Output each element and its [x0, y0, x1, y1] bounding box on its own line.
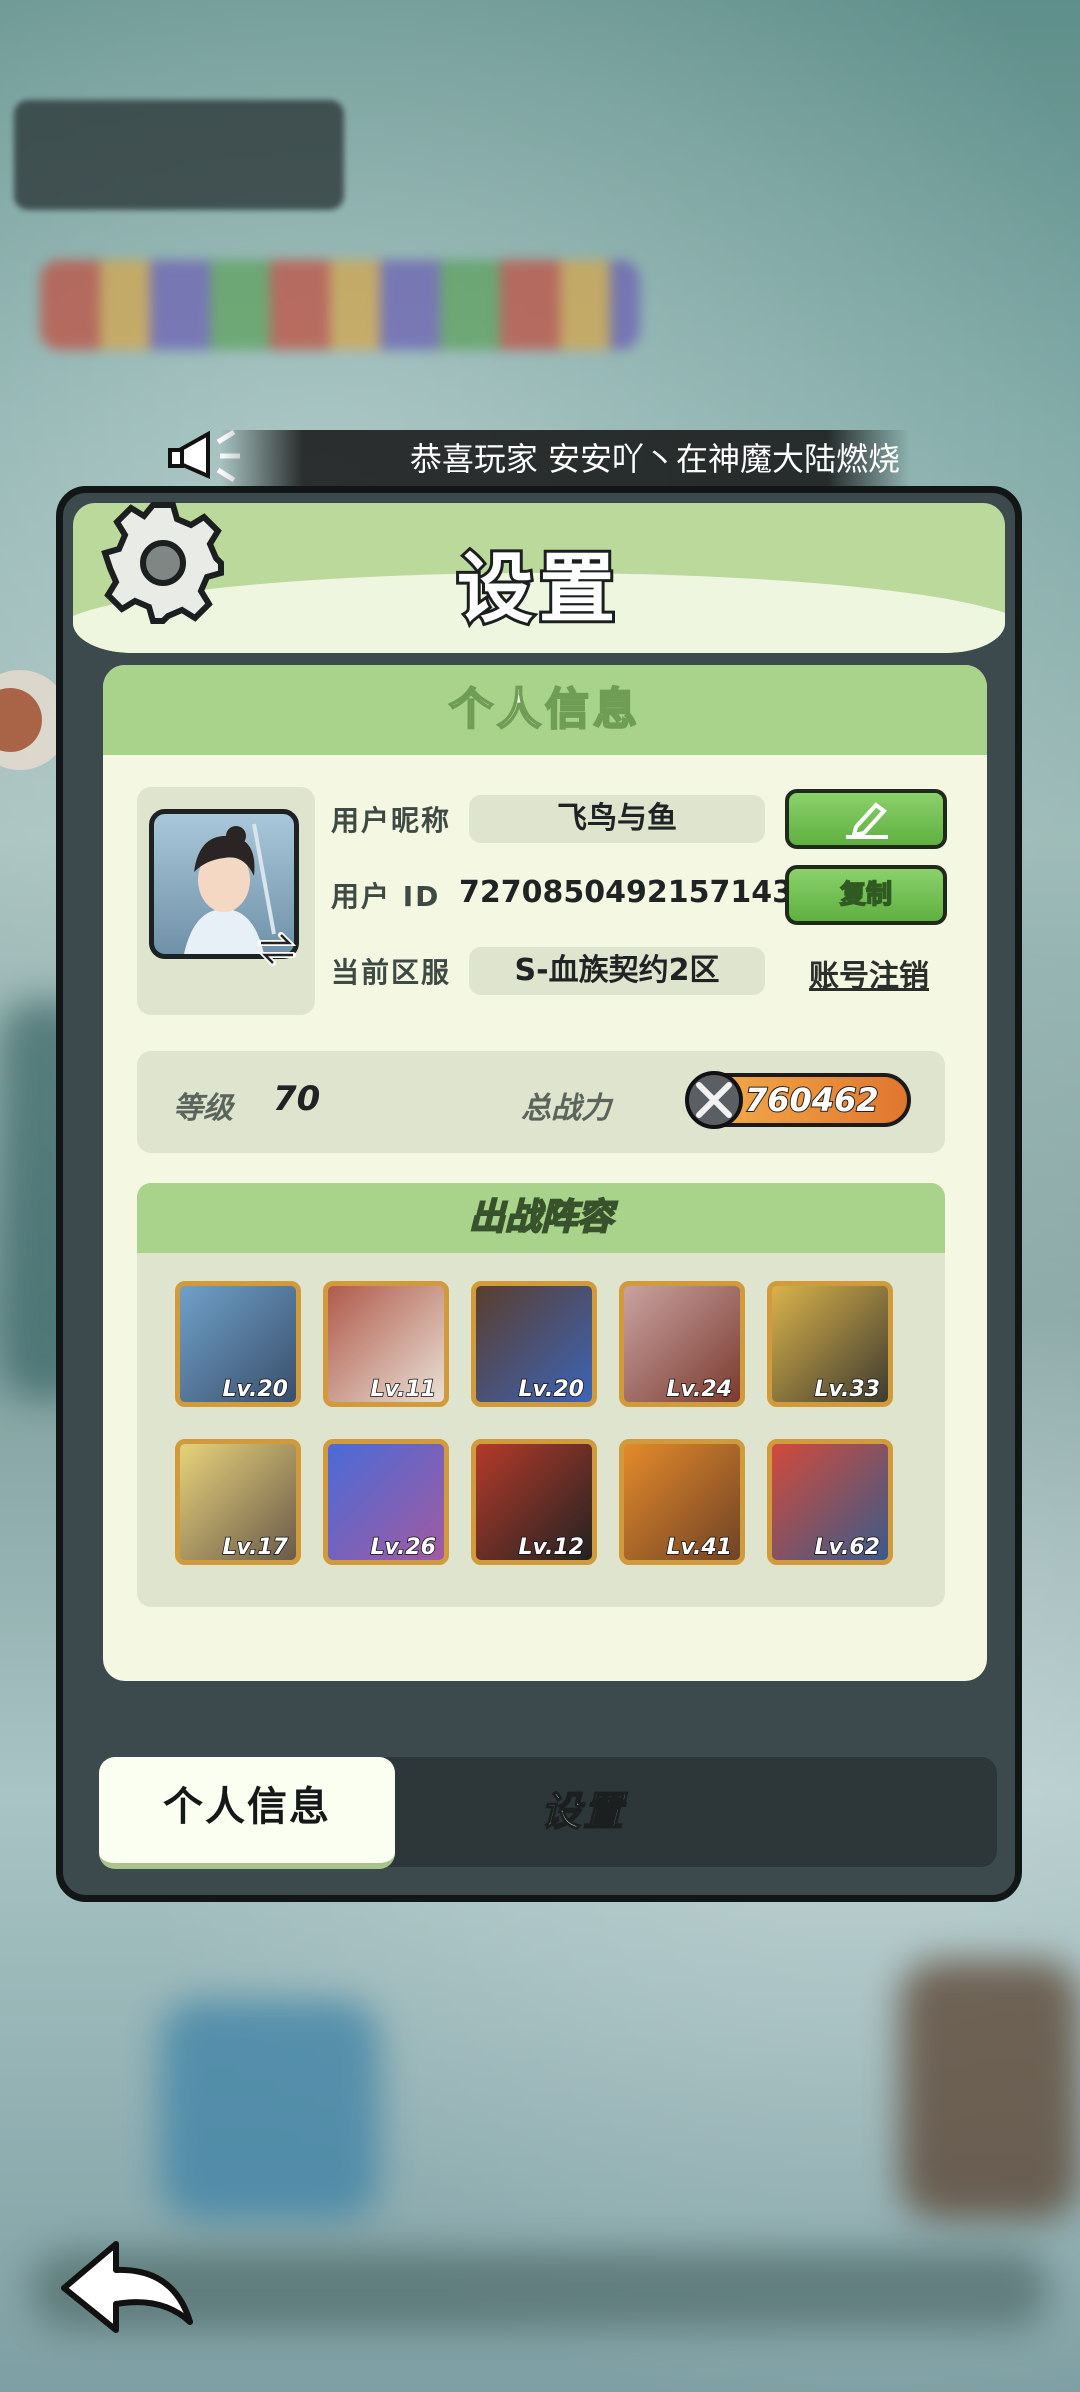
player-topbar — [14, 100, 344, 210]
hero-level: Lv.26 — [370, 1534, 437, 1560]
swap-avatar-icon[interactable] — [255, 927, 299, 971]
hero-card[interactable]: Lv.11 — [323, 1281, 449, 1407]
hero-card[interactable]: Lv.20 — [175, 1281, 301, 1407]
hero-card[interactable]: Lv.26 — [323, 1439, 449, 1565]
user-id-field: 72708504921571432 — [459, 869, 814, 917]
hero-card[interactable]: Lv.62 — [767, 1439, 893, 1565]
nickname-field: 飞鸟与鱼 — [469, 795, 765, 843]
nickname-label: 用户昵称 — [331, 804, 452, 837]
team-title: 出战阵容 — [137, 1183, 945, 1253]
hero-card[interactable]: Lv.33 — [767, 1281, 893, 1407]
server-field: S-血族契约2区 — [469, 947, 765, 995]
tab-settings[interactable]: 设置 — [483, 1757, 683, 1867]
hero-level: Lv.12 — [518, 1534, 585, 1560]
settings-dialog: 设置 个人信息 用户昵称 飞鸟与鱼 用户 ID 727085049215714 … — [56, 486, 1022, 1902]
edit-nickname-button[interactable] — [785, 789, 947, 849]
server-label: 当前区服 — [331, 956, 452, 989]
hero-level: Lv.41 — [666, 1534, 733, 1560]
hero-level: Lv.20 — [222, 1376, 289, 1402]
user-id-value: 727085049215714 — [459, 875, 773, 910]
delete-account-link[interactable]: 账号注销 — [789, 951, 949, 995]
hero-card[interactable]: Lv.17 — [175, 1439, 301, 1565]
hero-level: Lv.33 — [814, 1376, 881, 1402]
back-arrow-icon[interactable] — [54, 2226, 204, 2336]
card-title: 个人信息 — [103, 665, 987, 755]
hero-card[interactable]: Lv.12 — [471, 1439, 597, 1565]
power-label: 总战力 — [521, 1091, 611, 1126]
bg-tree-right — [900, 1960, 1080, 2220]
gear-icon — [101, 502, 224, 624]
team-panel: 出战阵容 Lv.20 Lv.11 Lv.20 Lv.24 Lv.33 Lv.17… — [137, 1183, 945, 1607]
hero-card[interactable]: Lv.20 — [471, 1281, 597, 1407]
power-value: 760462 — [744, 1080, 880, 1120]
avatar-block[interactable] — [137, 787, 315, 1015]
hero-level: Lv.17 — [222, 1534, 289, 1560]
hero-level: Lv.20 — [518, 1376, 585, 1402]
edit-pencil-icon — [846, 802, 888, 839]
hero-level: Lv.11 — [370, 1376, 437, 1402]
level-label: 等级 — [173, 1091, 233, 1126]
hero-card[interactable]: Lv.41 — [619, 1439, 745, 1565]
power-badge: 760462 — [685, 1071, 911, 1129]
bg-ice-bottom — [160, 2000, 380, 2220]
background-heroes — [40, 260, 640, 350]
stats-panel: 等级 70 总战力 760462 — [137, 1051, 945, 1153]
level-value: 70 — [273, 1079, 321, 1119]
tab-profile[interactable]: 个人信息 — [99, 1757, 395, 1869]
hero-level: Lv.24 — [666, 1376, 733, 1402]
hero-level: Lv.62 — [814, 1534, 881, 1560]
announcement-marquee: 恭喜玩家 安安吖丶在神魔大陆燃烧 — [220, 430, 910, 488]
crossed-swords-icon — [685, 1071, 743, 1129]
copy-id-button[interactable]: 复制 — [785, 865, 947, 925]
profile-card: 个人信息 用户昵称 飞鸟与鱼 用户 ID 727085049215714 复制 … — [103, 665, 987, 1681]
user-id-label: 用户 ID — [331, 880, 441, 913]
hero-card[interactable]: Lv.24 — [619, 1281, 745, 1407]
